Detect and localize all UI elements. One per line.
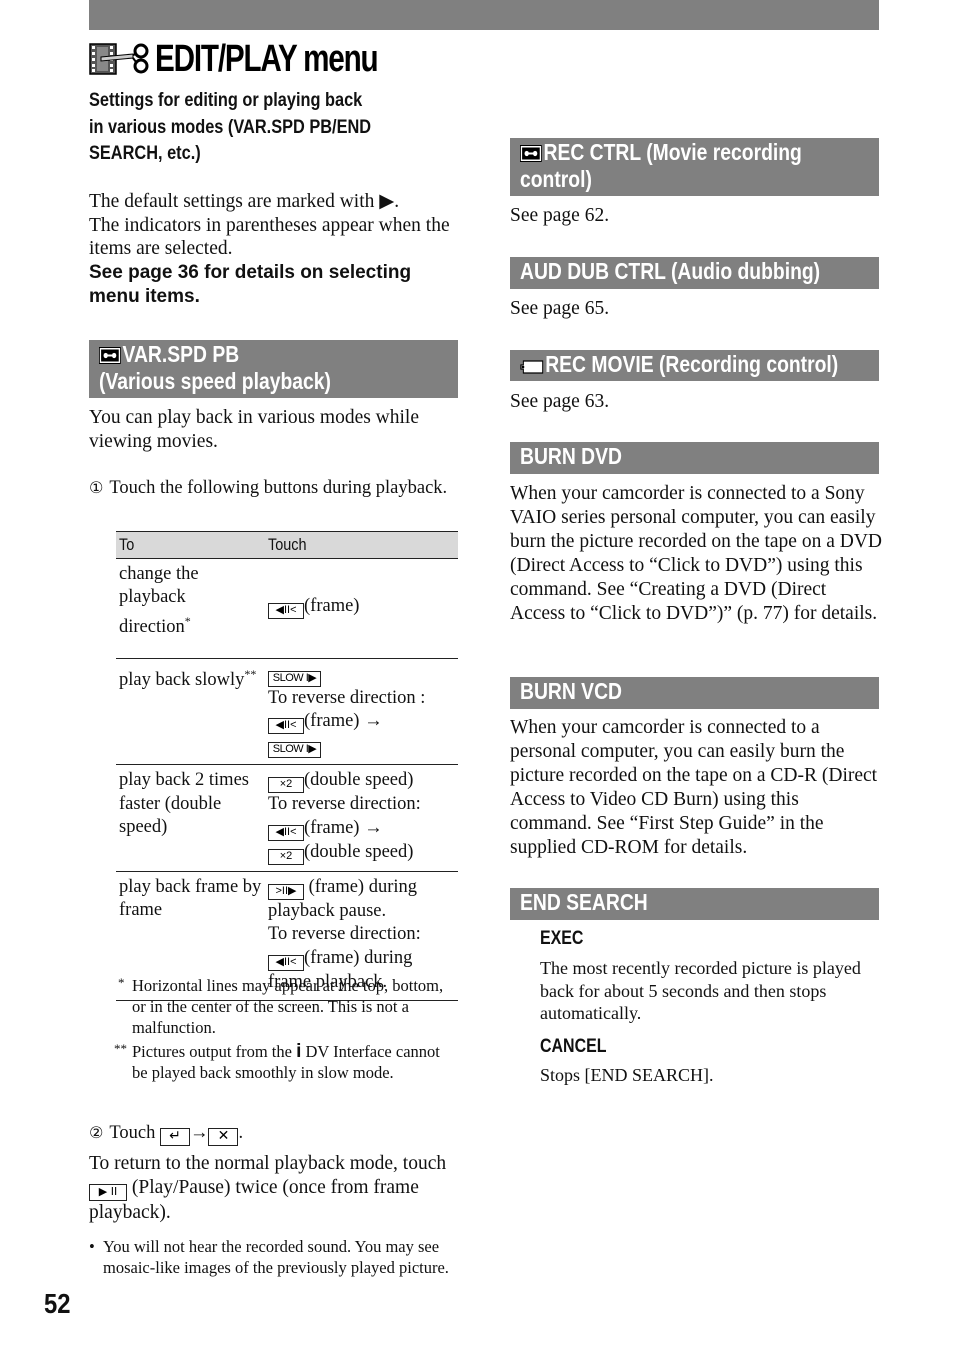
step-2: ② Touch ↵ → ✕.	[89, 1123, 244, 1146]
header-title: END SEARCH	[520, 889, 648, 915]
step-number: ①	[89, 478, 104, 497]
step-text: Touch	[109, 1123, 156, 1143]
double-speed-button[interactable]: ×2	[268, 848, 304, 865]
bullet-icon: •	[89, 1237, 95, 1256]
section-header-rec-ctrl: REC CTRL (Movie recording control)	[510, 138, 879, 196]
play-pause-button[interactable]: ▶ II	[89, 1184, 127, 1201]
section-header-end-search: END SEARCH	[510, 888, 879, 920]
cell-touch: SLOW I▶ To reverse direction : ◀II< (fram…	[265, 658, 458, 765]
option-description-exec: The most recently recorded picture is pl…	[540, 958, 861, 1023]
page-subtitle: Settings for editing or playing back in …	[89, 88, 399, 168]
intro-default-note: The default settings are marked with ▶.	[89, 191, 400, 212]
var-spd-description: You can play back in various modes while…	[89, 407, 420, 452]
return-normal-text: To return to the normal playback mode, t…	[89, 1153, 447, 1223]
cell-touch: ×2 (double speed) To reverse direction: ◀…	[265, 764, 458, 872]
close-button[interactable]: ✕	[208, 1128, 239, 1146]
tape-cassette-icon	[520, 142, 542, 167]
footnote-mark: *	[118, 975, 125, 990]
memory-stick-icon	[520, 354, 544, 379]
header-subtitle: (Various speed playback)	[99, 368, 331, 394]
section-header-var-spd-pb: VAR.SPD PB (Various speed playback)	[89, 340, 458, 398]
rec-ctrl-see-page: See page 62.	[510, 205, 610, 226]
header-title: BURN DVD	[520, 443, 622, 469]
option-description-cancel: Stops [END SEARCH].	[540, 1065, 714, 1085]
column-header-to: To	[116, 531, 265, 559]
page-number: 52	[44, 1288, 71, 1319]
footnote-mark: **	[114, 1041, 127, 1056]
section-header-burn-vcd: BURN VCD	[510, 677, 879, 709]
subtitle-line: SEARCH, etc.)	[89, 143, 201, 164]
frame-reverse-button[interactable]: ◀II<	[268, 718, 304, 734]
header-title: AUD DUB CTRL (Audio dubbing)	[520, 258, 821, 284]
step-1: ① Touch the following buttons during play…	[89, 476, 459, 500]
table-row: play back slowly** SLOW I▶ To reverse di…	[116, 658, 458, 765]
intro-indicator-note: The indicators in parentheses appear whe…	[89, 214, 450, 260]
cell-to: play back 2 times faster (double speed)	[116, 764, 265, 872]
double-speed-button[interactable]: ×2	[268, 777, 304, 793]
option-label-cancel: CANCEL	[540, 1036, 607, 1057]
header-title: BURN VCD	[520, 678, 622, 704]
arrow-icon: →	[189, 1123, 209, 1143]
option-label-exec: EXEC	[540, 928, 584, 949]
top-bar	[89, 0, 879, 30]
table-header-row: To Touch	[116, 531, 458, 559]
step-number: ②	[89, 1123, 104, 1142]
section-header-aud-dub-ctrl: AUD DUB CTRL (Audio dubbing)	[510, 257, 879, 289]
frame-reverse-button[interactable]: ◀II<	[268, 824, 304, 841]
section-header-burn-dvd: BURN DVD	[510, 442, 879, 474]
header-title: REC CTRL (Movie recording	[543, 139, 802, 165]
burn-vcd-description: When your camcorder is connected to a pe…	[510, 717, 878, 858]
header-title: REC MOVIE (Recording control)	[545, 351, 839, 377]
footnote: * Horizontal lines may appear at the top,…	[118, 975, 458, 1038]
bullet-text: You will not hear the recorded sound. Yo…	[103, 1237, 449, 1277]
slow-button[interactable]: SLOW I▶	[268, 670, 321, 687]
footnote: ** Pictures output from the i DV Interfac…	[114, 1041, 458, 1083]
aud-dub-see-page: See page 65.	[510, 298, 610, 319]
touch-table: To Touch change the playback direction* …	[116, 531, 458, 1001]
intro-see-page-link[interactable]: See page 36 for details on selecting men…	[89, 261, 459, 309]
header-subtitle: control)	[520, 166, 592, 192]
tape-cassette-icon	[99, 344, 121, 369]
table-row: change the playback direction* ◀II< (fram…	[116, 558, 458, 659]
cell-to: change the playback direction*	[116, 558, 265, 659]
table-row: play back 2 times faster (double speed) …	[116, 764, 458, 872]
subtitle-line: Settings for editing or playing back	[89, 90, 363, 111]
header-title: VAR.SPD PB	[122, 341, 240, 367]
burn-dvd-description: When your camcorder is connected to a So…	[510, 483, 882, 624]
section-header-rec-movie: REC MOVIE (Recording control)	[510, 350, 879, 381]
subtitle-line: in various modes (VAR.SPD PB/END	[89, 116, 372, 138]
intro-text: The default settings are marked with ▶. …	[89, 190, 459, 309]
bullet-note: • You will not hear the recorded sound. Y…	[89, 1236, 461, 1278]
frame-reverse-button[interactable]: ◀II<	[268, 954, 304, 971]
footnote-text: Horizontal lines may appear at the top, …	[132, 976, 444, 1037]
footnotes: * Horizontal lines may appear at the top,…	[114, 975, 458, 1086]
cell-touch: ◀II< (frame)	[265, 558, 458, 659]
frame-reverse-button[interactable]: ◀II<	[268, 603, 304, 619]
slow-button[interactable]: SLOW I▶	[268, 742, 321, 758]
edit-play-icon	[89, 41, 153, 77]
column-header-touch: Touch	[265, 531, 458, 559]
cell-to: play back slowly**	[116, 658, 265, 765]
frame-forward-button[interactable]: >II▶	[268, 883, 304, 900]
title-row: EDIT/PLAY menu	[89, 38, 440, 80]
return-button[interactable]: ↵	[159, 1128, 190, 1146]
rec-movie-see-page: See page 63.	[510, 391, 610, 412]
step-text: Touch the following buttons during playb…	[109, 478, 448, 498]
page-title: EDIT/PLAY menu	[155, 37, 379, 80]
